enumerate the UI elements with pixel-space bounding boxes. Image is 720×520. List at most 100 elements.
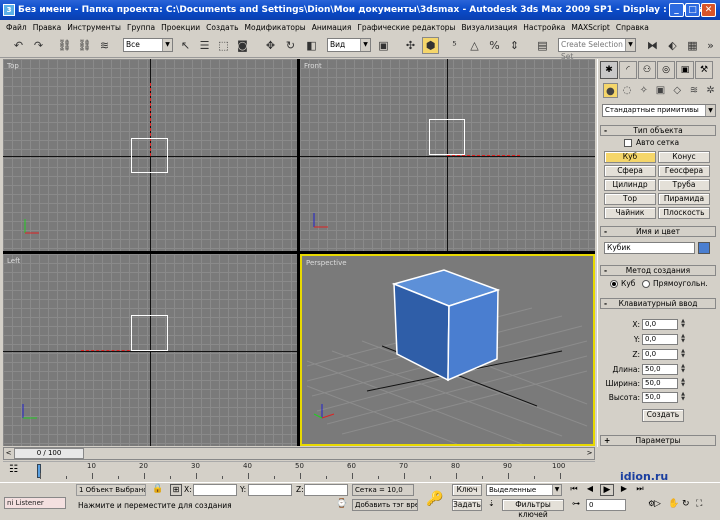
maxscript-listener[interactable]: ni Listener xyxy=(4,497,66,509)
systems-icon[interactable]: ✲ xyxy=(703,83,718,98)
viewport-label[interactable]: Left xyxy=(7,257,20,265)
mirror-icon[interactable]: ⧓ xyxy=(644,37,661,54)
window-crossing-icon[interactable]: ◙ xyxy=(234,37,251,54)
keyboard-shortcut-override-icon[interactable]: ⬢ xyxy=(422,37,439,54)
cone-button[interactable]: Конус xyxy=(658,151,710,163)
hierarchy-tab-icon[interactable]: ⚇ xyxy=(638,61,656,79)
viewport-perspective[interactable]: Perspective xyxy=(300,254,595,446)
geosphere-button[interactable]: Геосфера xyxy=(658,165,710,177)
menu-group[interactable]: Группа xyxy=(124,23,158,32)
add-time-tag[interactable]: Добавить тэг врем xyxy=(352,499,418,511)
cube-wireframe[interactable] xyxy=(131,138,168,173)
menu-animation[interactable]: Анимация xyxy=(309,23,355,32)
minimize-button[interactable]: _ xyxy=(669,3,684,17)
object-name-input[interactable]: Кубик xyxy=(604,242,695,254)
time-slider-thumb[interactable]: 0 / 100 xyxy=(14,448,84,459)
edit-named-selection-icon[interactable]: ▤ xyxy=(534,37,551,54)
select-by-name-icon[interactable]: ☰ xyxy=(196,37,213,54)
viewport-left[interactable]: Left xyxy=(3,254,297,446)
object-color-swatch[interactable] xyxy=(698,242,710,254)
play-icon[interactable]: ▶ xyxy=(600,484,614,496)
auto-key-button[interactable]: Ключ xyxy=(452,484,482,496)
menu-tools[interactable]: Инструменты xyxy=(64,23,124,32)
menu-customize[interactable]: Настройка xyxy=(520,23,568,32)
bind-space-warp-icon[interactable]: ≋ xyxy=(96,37,113,54)
menu-edit[interactable]: Правка xyxy=(30,23,65,32)
undo-icon[interactable]: ↶ xyxy=(10,37,27,54)
menu-rendering[interactable]: Визуализация xyxy=(458,23,520,32)
current-frame-input[interactable]: 0 xyxy=(586,499,626,511)
box-button[interactable]: Куб xyxy=(604,151,656,163)
tube-button[interactable]: Труба xyxy=(658,179,710,191)
app-icon[interactable]: 3 xyxy=(3,4,15,16)
display-tab-icon[interactable]: ▣ xyxy=(676,61,694,79)
object-type-rollout-header[interactable]: - Тип объекта xyxy=(600,125,716,136)
key-filter-icon[interactable]: ⇣ xyxy=(488,499,500,511)
shapes-icon[interactable]: ◌ xyxy=(620,83,635,98)
curve-editor-mini-icon[interactable]: ☷ xyxy=(9,464,25,478)
menu-help[interactable]: Справка xyxy=(613,23,652,32)
link-icon[interactable]: ⛓ xyxy=(56,37,73,54)
x-coord-input[interactable] xyxy=(193,484,237,496)
toolbar-more-icon[interactable]: » xyxy=(702,37,719,54)
width-input[interactable]: 50,0 xyxy=(642,378,678,389)
x-spinner-icon[interactable]: ▲ ▼ xyxy=(680,319,686,330)
width-spinner-icon[interactable]: ▲ ▼ xyxy=(680,378,686,389)
utilities-tab-icon[interactable]: ⚒ xyxy=(695,61,713,79)
name-color-rollout-header[interactable]: - Имя и цвет xyxy=(600,226,716,237)
maximize-viewport-icon[interactable]: ⛶ xyxy=(696,499,708,511)
set-key-button[interactable]: Задать xyxy=(452,499,482,511)
keyboard-entry-rollout-header[interactable]: - Клавиатурный ввод xyxy=(600,298,716,309)
time-slider[interactable]: < 0 / 100 > xyxy=(3,447,595,460)
go-to-end-icon[interactable]: ⏭ xyxy=(634,484,646,496)
cylinder-button[interactable]: Цилиндр xyxy=(604,179,656,191)
menu-maxscript[interactable]: MAXScript xyxy=(568,23,613,32)
pyramid-button[interactable]: Пирамида xyxy=(658,193,710,205)
rotate-icon[interactable]: ↻ xyxy=(282,37,299,54)
torus-button[interactable]: Тор xyxy=(604,193,656,205)
angle-snap-icon[interactable]: △ xyxy=(466,37,483,54)
cameras-icon[interactable]: ▣ xyxy=(653,83,668,98)
autogrid-checkbox[interactable] xyxy=(624,139,632,147)
y-coord-input[interactable] xyxy=(248,484,292,496)
next-frame-icon[interactable]: > xyxy=(585,448,594,459)
selection-filter-dropdown[interactable]: Все ▼ xyxy=(123,38,173,52)
rectangle-radio[interactable] xyxy=(642,280,650,288)
close-button[interactable]: ✕ xyxy=(701,3,716,17)
modify-tab-icon[interactable]: ◜ xyxy=(619,61,637,79)
teapot-button[interactable]: Чайник xyxy=(604,207,656,219)
viewport-label[interactable]: Top xyxy=(7,62,19,70)
viewport-top[interactable]: Top xyxy=(3,59,297,251)
move-icon[interactable]: ✥ xyxy=(262,37,279,54)
z-spinner-icon[interactable]: ▲ ▼ xyxy=(680,349,686,360)
geometry-icon[interactable]: ● xyxy=(603,83,618,98)
cube-wireframe[interactable] xyxy=(429,119,465,155)
helpers-icon[interactable]: ◇ xyxy=(670,83,685,98)
scale-icon[interactable]: ◧ xyxy=(303,37,320,54)
key-filters-button[interactable]: Фильтры ключей xyxy=(502,499,564,519)
menu-create[interactable]: Создать xyxy=(203,23,241,32)
redo-icon[interactable]: ↷ xyxy=(30,37,47,54)
creation-method-rollout-header[interactable]: - Метод создания xyxy=(600,265,716,276)
rect-selection-icon[interactable]: ⬚ xyxy=(215,37,232,54)
next-key-icon[interactable]: ▶ xyxy=(618,484,630,496)
parameters-rollout-header[interactable]: + Параметры xyxy=(600,435,716,446)
manipulate-icon[interactable]: ✣ xyxy=(402,37,419,54)
space-warps-icon[interactable]: ≋ xyxy=(687,83,702,98)
absolute-mode-icon[interactable]: ⊞ xyxy=(170,484,182,496)
cube-wireframe[interactable] xyxy=(131,315,168,351)
menu-graph-editors[interactable]: Графические редакторы xyxy=(354,23,458,32)
cube-radio[interactable] xyxy=(610,280,618,288)
prev-frame-icon[interactable]: < xyxy=(4,448,13,459)
percent-snap-icon[interactable]: % xyxy=(486,37,503,54)
prev-key-icon[interactable]: ◀ xyxy=(584,484,596,496)
reference-coord-dropdown[interactable]: Вид ▼ xyxy=(327,38,371,52)
pivot-center-icon[interactable]: ▣ xyxy=(375,37,392,54)
go-to-start-icon[interactable]: ⏮ xyxy=(568,484,580,496)
length-input[interactable]: 50,0 xyxy=(642,364,678,375)
maximize-button[interactable]: □ xyxy=(685,3,700,17)
menu-modifiers[interactable]: Модификаторы xyxy=(242,23,309,32)
track-bar[interactable]: ☷ 10 20 30 40 50 60 70 80 90 100 xyxy=(3,461,595,481)
menu-file[interactable]: Файл xyxy=(3,23,30,32)
snap-toggle-icon[interactable]: ⁵ xyxy=(446,37,463,54)
